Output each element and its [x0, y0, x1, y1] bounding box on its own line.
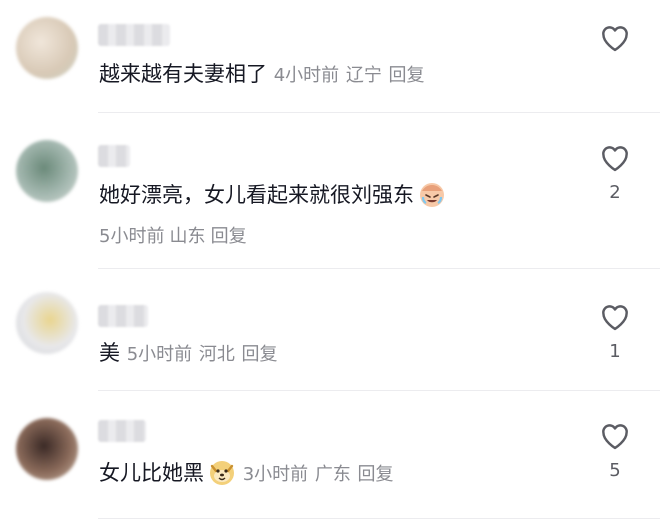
like-button[interactable]: 1	[594, 301, 636, 363]
heart-icon	[602, 146, 628, 172]
like-button[interactable]: 2	[594, 142, 636, 204]
comment-time: 5小时前	[99, 226, 165, 247]
avatar[interactable]	[16, 418, 78, 480]
comment-text: 越来越有夫妻相了	[99, 62, 267, 86]
comment-meta-row: 5小时前 山东 回复	[99, 222, 247, 248]
like-count	[594, 62, 636, 84]
comment-text: 美	[99, 341, 120, 365]
avatar[interactable]	[16, 292, 78, 354]
avatar[interactable]	[16, 17, 78, 79]
divider	[98, 390, 660, 391]
comment-text: 她好漂亮，女儿看起来就很刘强东	[99, 183, 414, 207]
avatar[interactable]	[16, 140, 78, 202]
divider	[98, 518, 660, 519]
comment-time: 3小时前	[242, 464, 309, 485]
heart-icon	[602, 305, 628, 331]
divider	[98, 268, 660, 269]
like-count: 2	[609, 182, 621, 203]
comment-text-row: 越来越有夫妻相了 4小时前 辽宁 回复	[99, 60, 425, 90]
comment-location: 河北	[198, 344, 235, 365]
comment-text: 女儿比她黑	[99, 461, 204, 485]
like-button[interactable]	[594, 22, 636, 84]
reply-button[interactable]: 回复	[211, 226, 247, 247]
comment-text-row: 美 5小时前 河北 回复	[99, 339, 278, 369]
username[interactable]	[98, 24, 170, 46]
comment-location: 山东	[169, 226, 206, 247]
like-button[interactable]: 5	[594, 420, 636, 482]
divider	[98, 112, 660, 113]
like-count: 1	[609, 341, 621, 362]
dog-face-emoji-icon	[210, 461, 234, 485]
heart-icon	[602, 424, 628, 450]
comment-time: 5小时前	[126, 344, 193, 365]
comment-list: 越来越有夫妻相了 4小时前 辽宁 回复 她好漂亮，女儿看起来就很刘强东 5小时前…	[0, 0, 660, 525]
comment-time: 4小时前	[273, 65, 340, 86]
crying-laughing-face-icon	[420, 183, 444, 207]
username[interactable]	[98, 145, 130, 167]
comment-location: 辽宁	[345, 65, 382, 86]
comment-location: 广东	[314, 464, 351, 485]
reply-button[interactable]: 回复	[358, 464, 394, 485]
username[interactable]	[98, 420, 146, 442]
username[interactable]	[98, 305, 148, 327]
heart-icon	[602, 26, 628, 52]
reply-button[interactable]: 回复	[389, 65, 425, 86]
comment-text-row: 她好漂亮，女儿看起来就很刘强东	[99, 180, 446, 209]
like-count: 5	[609, 460, 621, 481]
reply-button[interactable]: 回复	[242, 344, 278, 365]
comment-text-row: 女儿比她黑 3小时前 广东 回复	[99, 458, 394, 489]
